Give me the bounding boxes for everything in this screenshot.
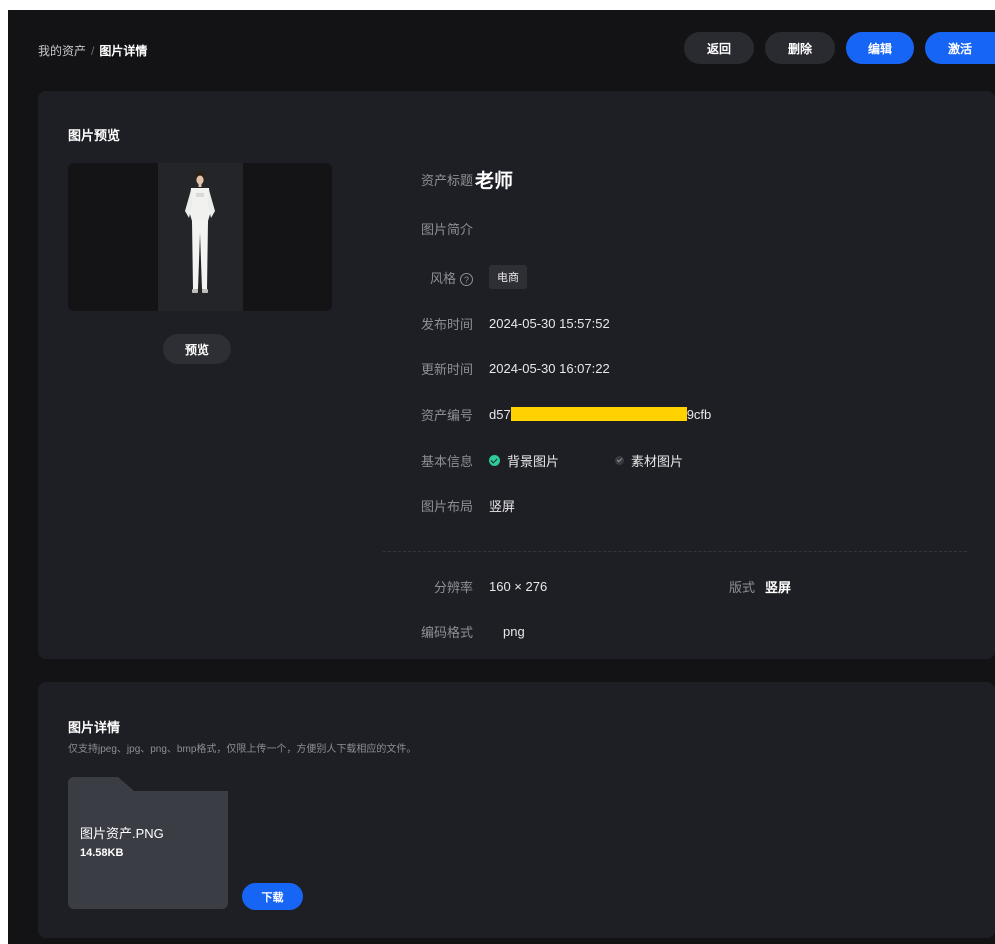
edit-button[interactable]: 编辑 (846, 32, 914, 64)
asset-id-suffix: 9cfb (686, 406, 712, 422)
person-figure-icon (185, 170, 215, 293)
row-layout: 图片布局 竖屏 (383, 493, 995, 517)
asset-info: 资产标题 老师 图片简介 风格? 电商 发布时间 2024-05-30 15:5… (383, 91, 995, 659)
row-asset-id: 资产编号 d57 9cfb (383, 402, 995, 426)
layout-label: 图片布局 (420, 498, 473, 514)
intro-label: 图片简介 (420, 221, 473, 237)
image-preview-panel: 图片预览 预览 资产标题 老师 图片简介 风格 ? 电商 发布时间 2024-0… (38, 91, 995, 659)
download-button[interactable]: 下载 (242, 883, 303, 910)
preview-section-title: 图片预览 (68, 128, 121, 143)
activate-button[interactable]: 激活 (925, 32, 995, 64)
basic-label: 基本信息 (420, 453, 473, 469)
encoding-value: png (503, 623, 525, 639)
breadcrumb-separator: / (91, 44, 95, 58)
publish-label: 发布时间 (420, 316, 473, 332)
style-value: 电商 (489, 265, 527, 289)
detail-section-title: 图片详情 (68, 720, 121, 735)
id-label: 资产编号 (420, 407, 473, 423)
format-value: 竖屏 (765, 579, 792, 595)
app-window: 我的资产 / 图片详情 返回 删除 编辑 激活 图片预览 预览 资产标题 老师 … (8, 10, 995, 944)
row-intro: 图片简介 (383, 216, 995, 240)
option-material-image[interactable]: 素材图片 (615, 451, 683, 470)
layout-value: 竖屏 (489, 498, 516, 514)
action-bar: 返回 删除 编辑 激活 (684, 32, 995, 64)
file-name: 图片资产.PNG (80, 826, 164, 841)
delete-button[interactable]: 删除 (765, 32, 835, 64)
top-bar: 我的资产 / 图片详情 返回 删除 编辑 激活 (8, 10, 995, 86)
file-card[interactable]: 图片资产.PNG 14.58KB (68, 777, 228, 909)
option-label: 素材图片 (631, 453, 684, 469)
dashed-divider (383, 551, 967, 552)
option-label: 背景图片 (507, 453, 560, 469)
portrait-image (158, 163, 243, 311)
title-label: 资产标题 (420, 172, 473, 188)
style-tag: 电商 (489, 265, 527, 289)
resolution-label: 分辨率 (433, 579, 473, 595)
redaction-bar (510, 407, 687, 421)
row-style: 风格? 电商 (383, 265, 995, 289)
image-thumbnail[interactable] (68, 163, 332, 311)
asset-id-prefix: d57 (489, 406, 511, 422)
asset-title: 老师 (475, 170, 514, 192)
resolution-value: 160 × 276 (489, 578, 548, 594)
style-label: 风格? (430, 268, 473, 287)
check-circle-outline-icon (615, 455, 625, 465)
encoding-label: 编码格式 (420, 624, 473, 640)
upload-hint: 仅支持jpeg、jpg、png、bmp格式，仅限上传一个，方便别人下载相应的文件… (68, 744, 417, 755)
breadcrumb-parent[interactable]: 我的资产 (38, 44, 86, 58)
style-label-text: 风格 (429, 270, 456, 286)
check-circle-icon (489, 454, 500, 466)
basic-options: 背景图片 素材图片 (489, 451, 739, 470)
question-circle-icon[interactable]: ? (460, 273, 473, 286)
file-card-body: 图片资产.PNG 14.58KB (68, 795, 228, 909)
image-detail-panel: 图片详情 仅支持jpeg、jpg、png、bmp格式，仅限上传一个，方便别人下载… (38, 682, 995, 938)
file-size: 14.58KB (80, 847, 124, 859)
breadcrumb-current: 图片详情 (99, 44, 148, 58)
update-value: 2024-05-30 16:07:22 (489, 360, 610, 376)
publish-value: 2024-05-30 15:57:52 (489, 315, 610, 331)
row-resolution: 分辨率 160 × 276 版式 竖屏 (383, 574, 995, 598)
row-publish-time: 发布时间 2024-05-30 15:57:52 (383, 311, 995, 335)
breadcrumb: 我的资产 / 图片详情 (38, 42, 147, 59)
update-label: 更新时间 (420, 361, 473, 377)
row-encoding: 编码格式 png (383, 619, 995, 643)
asset-id: d57 9cfb (489, 407, 711, 422)
row-basic-info: 基本信息 背景图片 素材图片 (383, 448, 995, 472)
row-update-time: 更新时间 2024-05-30 16:07:22 (383, 356, 995, 380)
option-background-image[interactable]: 背景图片 (489, 451, 559, 470)
preview-button[interactable]: 预览 (163, 334, 231, 364)
format-label: 版式 (729, 579, 756, 595)
back-button[interactable]: 返回 (684, 32, 754, 64)
row-title: 资产标题 老师 (383, 167, 995, 192)
